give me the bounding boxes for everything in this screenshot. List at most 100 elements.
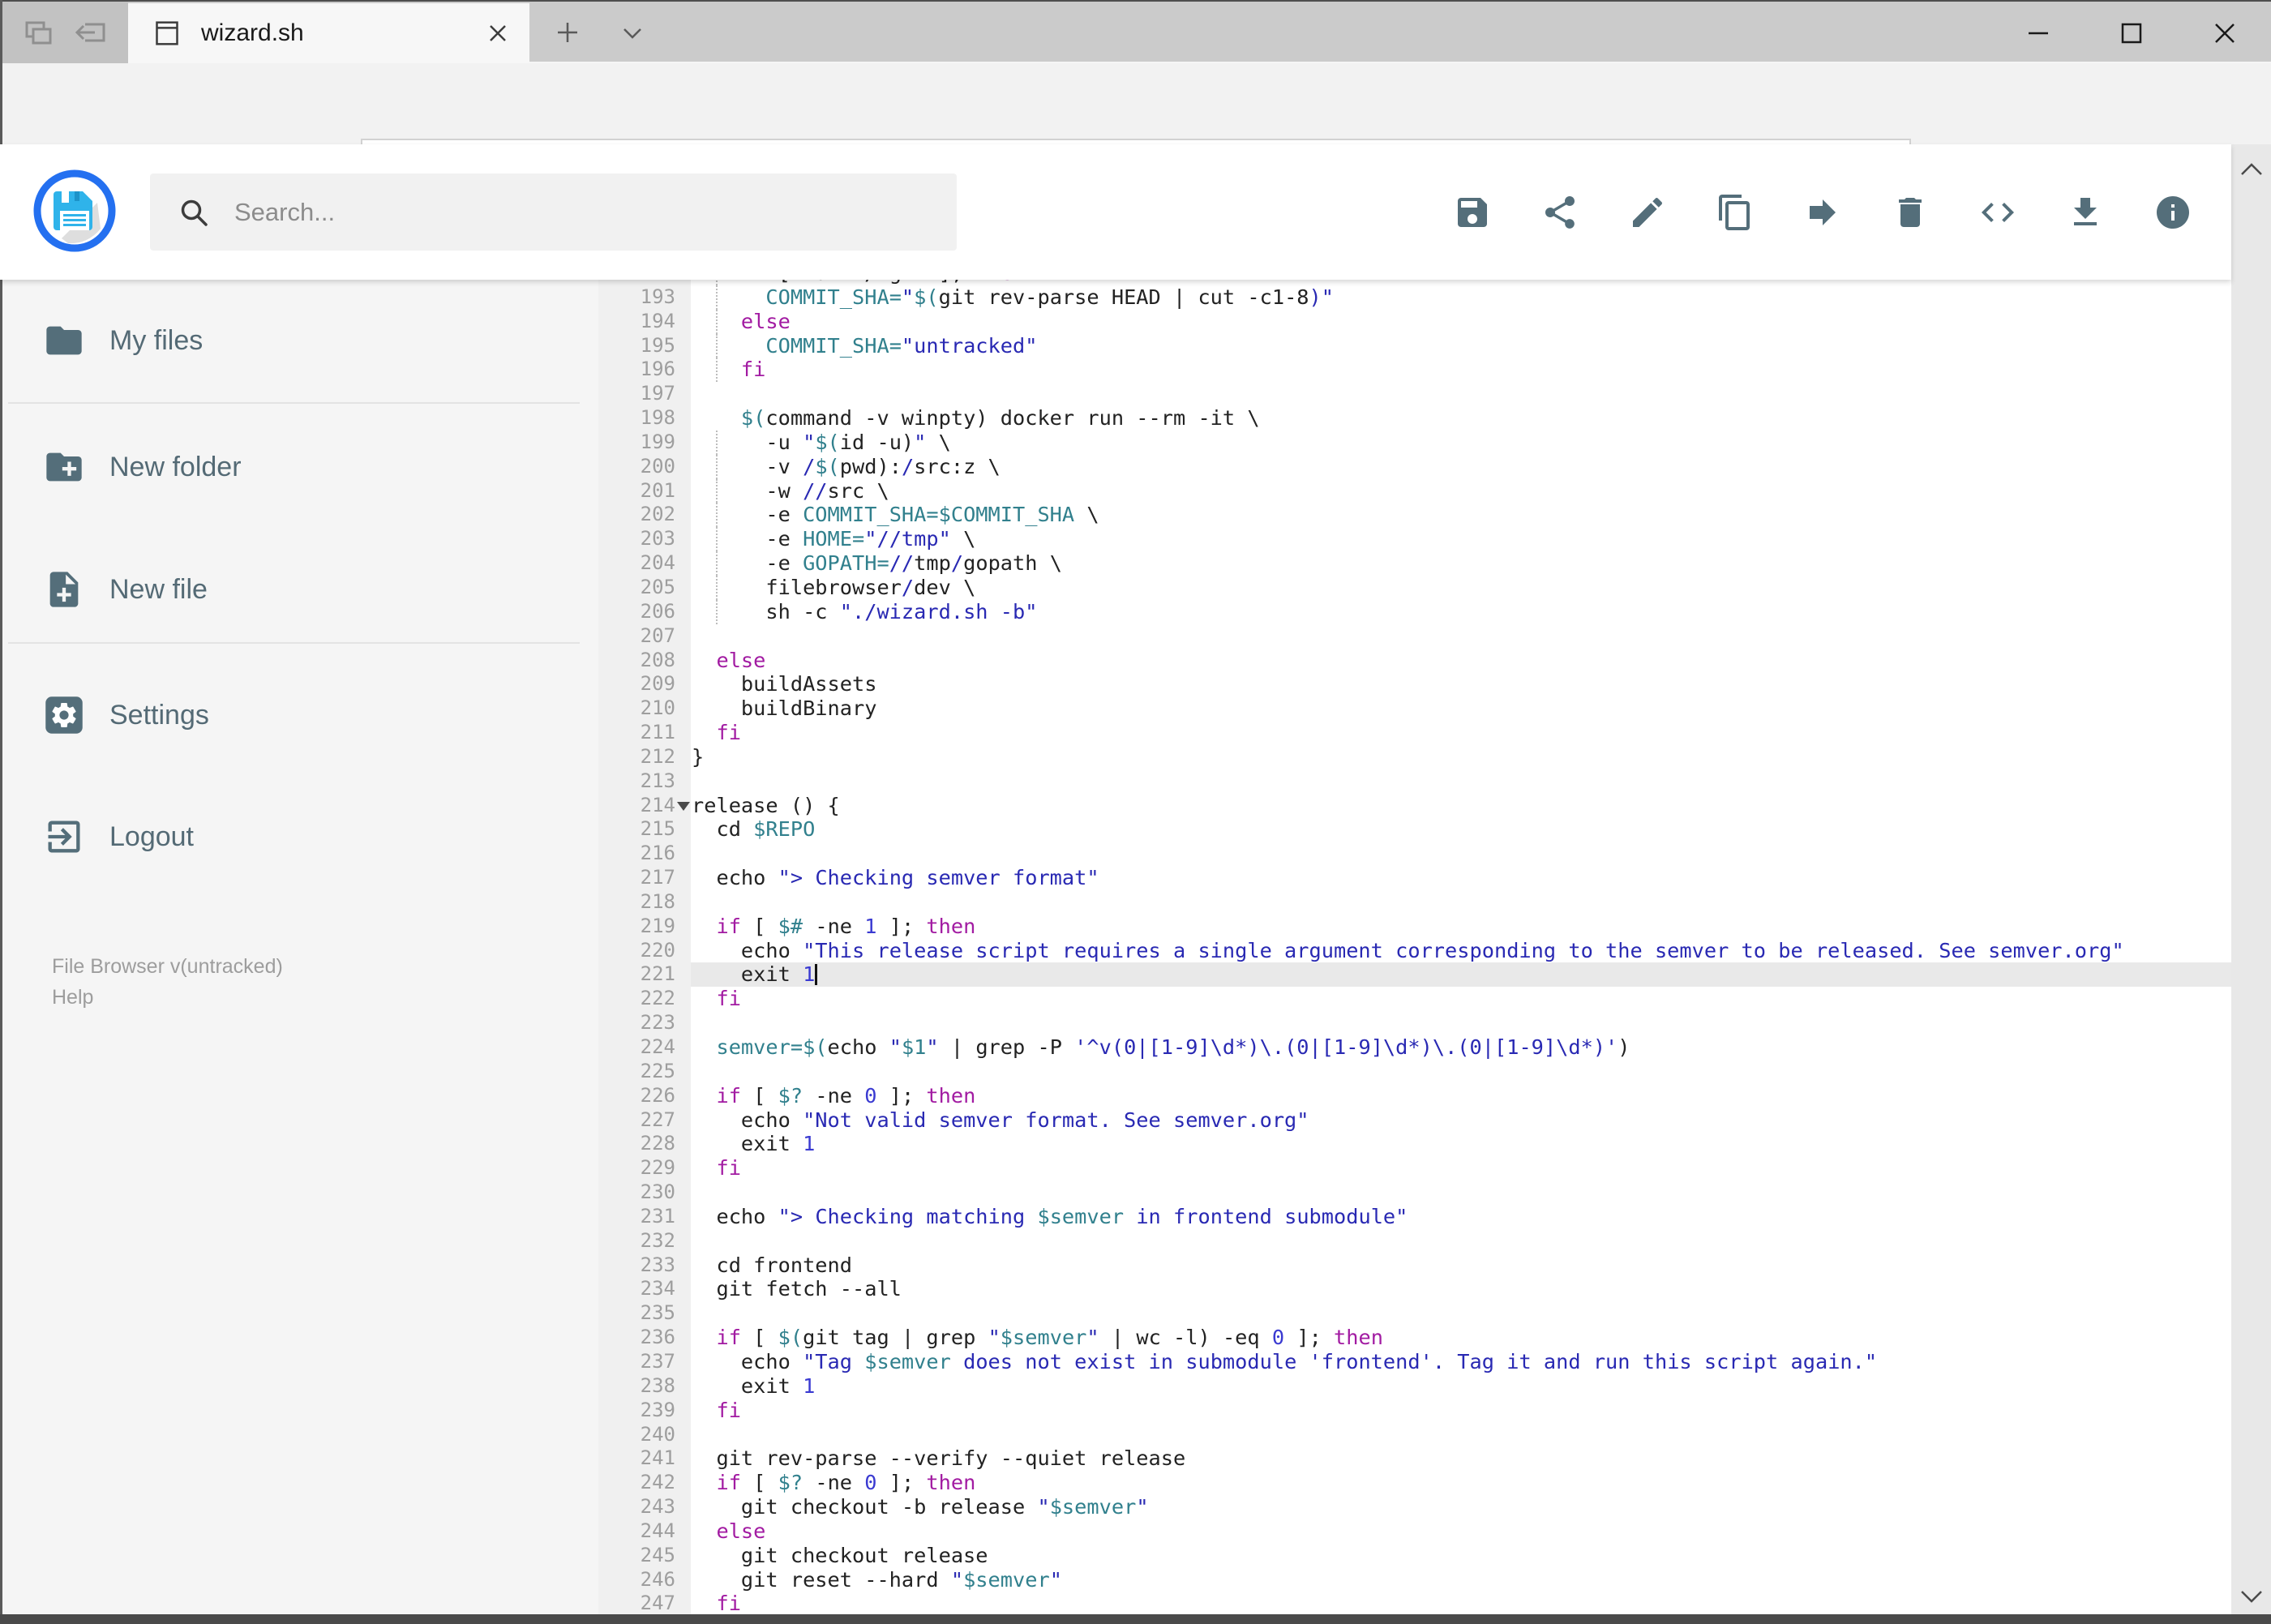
sidebar-item-settings[interactable]: Settings bbox=[0, 666, 598, 764]
code-line[interactable]: 234 git fetch --all bbox=[598, 1277, 2231, 1301]
code-line[interactable]: 193 COMMIT_SHA="$(git rev-parse HEAD | c… bbox=[598, 285, 2231, 310]
code-line[interactable]: 230 bbox=[598, 1181, 2231, 1205]
code-line[interactable]: 217 echo "> Checking semver format" bbox=[598, 866, 2231, 890]
code-line[interactable]: 218 bbox=[598, 890, 2231, 915]
code-line[interactable]: 206 sh -c "./wizard.sh -b" bbox=[598, 599, 2231, 624]
code-line[interactable]: 213 bbox=[598, 769, 2231, 794]
code-editor[interactable]: 192 if [ -d ../.git ]; then193 COMMIT_SH… bbox=[598, 280, 2231, 1614]
code-line[interactable]: 232 bbox=[598, 1229, 2231, 1253]
set-tabs-aside-icon[interactable] bbox=[19, 14, 57, 51]
code-line[interactable]: 233 cd frontend bbox=[598, 1253, 2231, 1278]
code-line[interactable]: 195 COMMIT_SHA="untracked" bbox=[598, 333, 2231, 358]
code-line[interactable]: 226 if [ $? -ne 0 ]; then bbox=[598, 1084, 2231, 1108]
code-line[interactable]: 227 echo "Not valid semver format. See s… bbox=[598, 1108, 2231, 1133]
code-line[interactable]: 231 echo "> Checking matching $semver in… bbox=[598, 1205, 2231, 1229]
code-line[interactable]: 245 git checkout release bbox=[598, 1544, 2231, 1568]
code-line[interactable]: 224 semver=$(echo "$1" | grep -P '^v(0|[… bbox=[598, 1035, 2231, 1060]
code-line[interactable]: 221 exit 1 bbox=[598, 962, 2231, 988]
download-icon[interactable] bbox=[2066, 193, 2105, 232]
code-line[interactable]: 242 if [ $? -ne 0 ]; then bbox=[598, 1471, 2231, 1495]
code-line[interactable]: 228 exit 1 bbox=[598, 1132, 2231, 1156]
code-line[interactable]: 204 -e GOPATH=//tmp/gopath \ bbox=[598, 551, 2231, 576]
code-text: exit 1 bbox=[692, 962, 816, 987]
help-link[interactable]: Help bbox=[52, 986, 93, 1009]
window-close-icon[interactable] bbox=[2178, 3, 2271, 63]
code-line[interactable]: 210 buildBinary bbox=[598, 696, 2231, 721]
page-favicon bbox=[151, 17, 183, 49]
code-line[interactable]: 236 if [ $(git tag | grep "$semver" | wc… bbox=[598, 1326, 2231, 1350]
share2-icon[interactable] bbox=[1540, 193, 1579, 232]
code-line[interactable]: 199 -u "$(id -u)" \ bbox=[598, 430, 2231, 455]
scroll-up-icon[interactable] bbox=[2238, 159, 2265, 180]
code-line[interactable]: 246 git reset --hard "$semver" bbox=[598, 1568, 2231, 1592]
code-line[interactable]: 215 cd $REPO bbox=[598, 817, 2231, 842]
line-number: 207 bbox=[640, 623, 675, 647]
code-line[interactable]: 201 -w //src \ bbox=[598, 478, 2231, 503]
maximize-icon[interactable] bbox=[2085, 3, 2178, 63]
tabs-set-aside-icon[interactable] bbox=[72, 14, 109, 51]
code-line[interactable]: 240 bbox=[598, 1423, 2231, 1447]
close-tab-icon[interactable] bbox=[486, 21, 510, 45]
code-line[interactable]: 216 bbox=[598, 842, 2231, 866]
code-line[interactable]: 237 echo "Tag $semver does not exist in … bbox=[598, 1350, 2231, 1374]
code-line[interactable]: 235 bbox=[598, 1301, 2231, 1326]
code-line[interactable]: 229 fi bbox=[598, 1156, 2231, 1181]
pencil-icon[interactable] bbox=[1628, 193, 1667, 232]
code-line[interactable]: 208 else bbox=[598, 649, 2231, 673]
code-line[interactable]: 219 if [ $# -ne 1 ]; then bbox=[598, 915, 2231, 939]
code-line[interactable]: 239 fi bbox=[598, 1399, 2231, 1423]
code-line[interactable]: 241 git rev-parse --verify --quiet relea… bbox=[598, 1446, 2231, 1471]
fold-marker-icon[interactable] bbox=[677, 801, 690, 811]
scroll-down-icon[interactable] bbox=[2238, 1586, 2265, 1607]
code-line[interactable]: 198 $(command -v winpty) docker run --rm… bbox=[598, 406, 2231, 431]
code-line[interactable]: 214 release () { bbox=[598, 794, 2231, 818]
copy-icon[interactable] bbox=[1716, 193, 1755, 232]
sidebar-item-new-file[interactable]: New file bbox=[0, 541, 598, 638]
code-line[interactable]: 243 git checkout -b release "$semver" bbox=[598, 1495, 2231, 1519]
minimize-icon[interactable] bbox=[1991, 3, 2085, 63]
line-number: 215 bbox=[640, 817, 675, 841]
line-number: 241 bbox=[640, 1446, 675, 1470]
code-text: -e HOME="//tmp" \ bbox=[692, 527, 976, 551]
sidebar-item-my-files[interactable]: My files bbox=[0, 292, 598, 389]
line-number: 227 bbox=[640, 1108, 675, 1131]
code-line[interactable]: 220 echo "This release script requires a… bbox=[598, 939, 2231, 963]
code-line[interactable]: 238 exit 1 bbox=[598, 1374, 2231, 1399]
code-line[interactable]: 212} bbox=[598, 745, 2231, 769]
code-line[interactable]: 244 else bbox=[598, 1519, 2231, 1544]
code-line[interactable]: 211 fi bbox=[598, 721, 2231, 745]
code-line[interactable]: 194 else bbox=[598, 309, 2231, 334]
tab-preview-chevron-icon[interactable] bbox=[616, 21, 649, 45]
line-number: 243 bbox=[640, 1495, 675, 1519]
code-line[interactable]: 207 bbox=[598, 624, 2231, 649]
browser-tab[interactable]: wizard.sh bbox=[128, 3, 529, 63]
code-line[interactable]: 203 -e HOME="//tmp" \ bbox=[598, 527, 2231, 552]
sidebar-item-logout[interactable]: Logout bbox=[0, 788, 598, 885]
code-line[interactable]: 223 bbox=[598, 1011, 2231, 1035]
page-scrollbar[interactable] bbox=[2231, 144, 2271, 1624]
new-tab-icon[interactable] bbox=[551, 16, 584, 49]
code-line[interactable]: 200 -v /$(pwd):/src:z \ bbox=[598, 454, 2231, 479]
info-icon[interactable] bbox=[2153, 193, 2192, 232]
move-arrow-icon[interactable] bbox=[1803, 193, 1842, 232]
new-file-icon bbox=[43, 568, 85, 611]
code-line[interactable]: 225 bbox=[598, 1060, 2231, 1084]
code-line[interactable]: 192 if [ -d ../.git ]; then bbox=[598, 280, 2231, 285]
code-line[interactable]: 202 -e COMMIT_SHA=$COMMIT_SHA \ bbox=[598, 503, 2231, 528]
save-icon[interactable] bbox=[1453, 193, 1492, 232]
search-box[interactable] bbox=[150, 174, 957, 251]
search-input[interactable] bbox=[234, 197, 883, 227]
code-line[interactable]: 222 fi bbox=[598, 987, 2231, 1011]
sidebar-item-label: New folder bbox=[109, 451, 242, 482]
sidebar-item-new-folder[interactable]: New folder bbox=[0, 418, 598, 516]
trash-icon[interactable] bbox=[1891, 193, 1930, 232]
code-icon[interactable] bbox=[1978, 193, 2017, 232]
code-line[interactable]: 247 fi bbox=[598, 1592, 2231, 1614]
tab-title: wizard.sh bbox=[201, 19, 304, 46]
code-text: else bbox=[716, 648, 766, 672]
code-line[interactable]: 205 filebrowser/dev \ bbox=[598, 575, 2231, 600]
filebrowser-logo[interactable] bbox=[32, 169, 117, 253]
code-line[interactable]: 197 bbox=[598, 382, 2231, 406]
code-line[interactable]: 196 fi bbox=[598, 358, 2231, 383]
code-line[interactable]: 209 buildAssets bbox=[598, 672, 2231, 696]
